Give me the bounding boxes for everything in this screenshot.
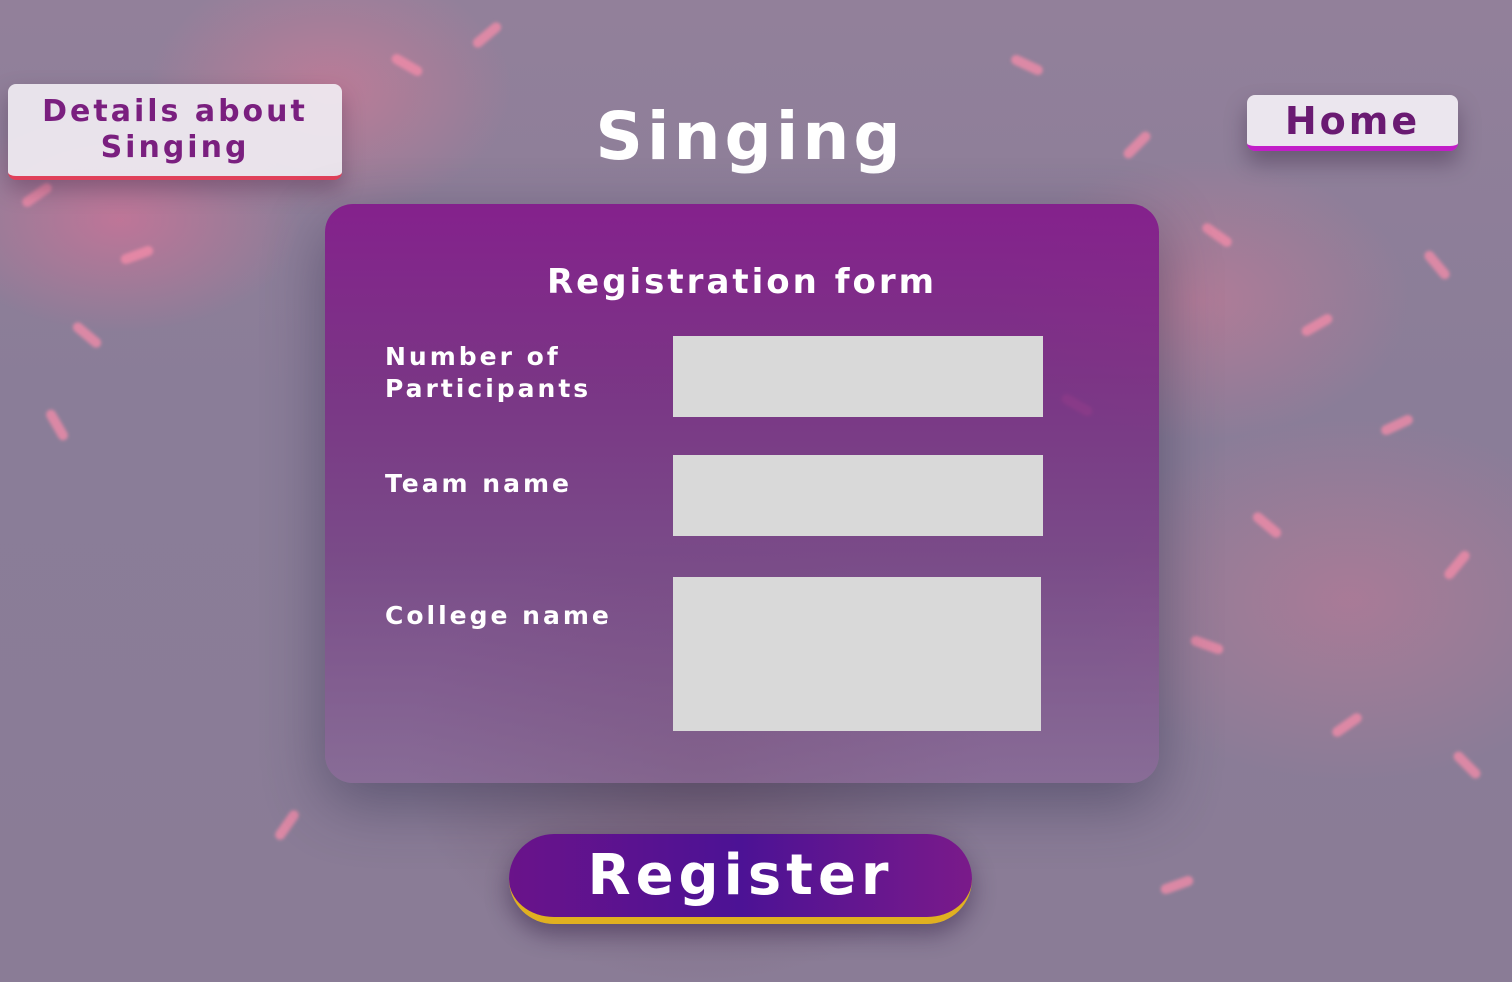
home-button[interactable]: Home: [1247, 95, 1458, 151]
register-button-label: Register: [587, 843, 894, 908]
details-about-singing-card[interactable]: Details about Singing: [8, 84, 342, 180]
register-button[interactable]: Register: [509, 834, 972, 924]
college-name-input[interactable]: [673, 577, 1041, 731]
participants-label: Number of Participants: [385, 342, 592, 403]
form-title: Registration form: [546, 262, 938, 302]
registration-form-card: Registration form Number of Participants…: [325, 204, 1159, 783]
page-title: Singing: [595, 98, 905, 175]
home-button-label: Home: [1284, 98, 1421, 143]
college-name-label: College name: [385, 601, 612, 630]
team-name-label: Team name: [385, 469, 572, 498]
participants-input[interactable]: [673, 336, 1043, 417]
details-card-label: Details about Singing: [42, 94, 308, 165]
team-name-input[interactable]: [673, 455, 1043, 536]
